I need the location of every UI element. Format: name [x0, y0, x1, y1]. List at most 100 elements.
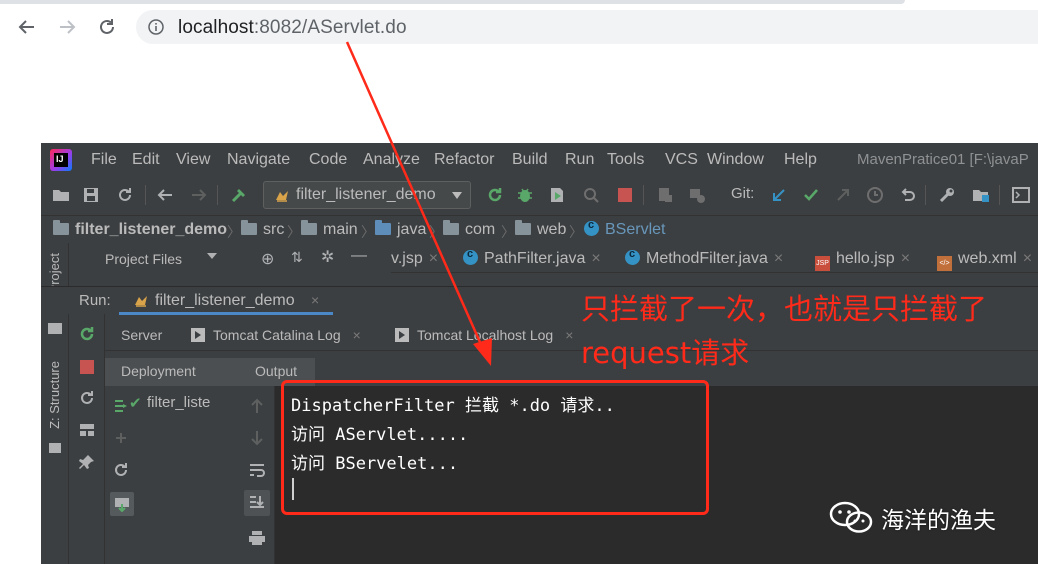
forward-nav-icon[interactable] [189, 185, 209, 205]
chevron-down-icon [452, 192, 462, 199]
stop-icon[interactable] [77, 357, 97, 377]
close-icon[interactable]: × [591, 250, 600, 267]
main-toolbar: filter_listener_demo Git: [41, 177, 1038, 213]
menu-navigate[interactable]: Navigate [227, 151, 290, 169]
annotation-note: 只拦截了一次，也就是只拦截了request请求 [581, 292, 988, 370]
soft-wrap-icon[interactable] [247, 460, 267, 480]
layout-icon[interactable] [77, 420, 97, 440]
close-icon[interactable]: × [565, 327, 573, 343]
back-nav-icon[interactable] [155, 185, 175, 205]
run-config-selector[interactable]: filter_listener_demo [263, 181, 471, 209]
log-icon [191, 328, 205, 342]
build-hammer-icon[interactable] [229, 185, 249, 205]
sdk-icon[interactable] [687, 185, 707, 205]
breadcrumb-item[interactable]: main [301, 220, 358, 239]
menu-edit[interactable]: Edit [132, 151, 160, 169]
hide-panel-icon[interactable]: — [351, 247, 367, 265]
menu-code[interactable]: Code [309, 151, 347, 169]
reload-button[interactable] [92, 12, 122, 42]
tab-web-xml[interactable]: </> web.xml × [937, 250, 1032, 271]
breadcrumb-item[interactable]: filter_listener_demo [53, 220, 227, 239]
close-icon[interactable]: × [1023, 250, 1032, 267]
scroll-to-end-icon[interactable] [244, 490, 270, 516]
menu-window[interactable]: Window [707, 151, 764, 169]
breadcrumb-item[interactable]: web [515, 220, 566, 239]
git-rollback-icon[interactable] [897, 185, 917, 205]
menu-analyze[interactable]: Analyze [363, 151, 420, 169]
arrow-down-icon[interactable] [247, 428, 267, 448]
tab-localhost-log[interactable]: Tomcat Localhost Log × [395, 327, 573, 343]
project-panel-header: Project Files ⊕ ⇅ ✲ — [69, 245, 391, 273]
run-config-tab[interactable]: filter_listener_demo × [119, 287, 333, 315]
breadcrumb-separator: 〉 [287, 224, 301, 240]
profile-icon[interactable] [581, 185, 601, 205]
menu-view[interactable]: View [176, 151, 210, 169]
close-icon[interactable]: × [311, 292, 319, 308]
intellij-logo-icon: IJ [50, 149, 72, 171]
rerun-icon[interactable] [485, 185, 505, 205]
module-settings-icon[interactable] [971, 185, 991, 205]
stop-icon[interactable] [615, 185, 635, 205]
tab-structure[interactable]: Z: Structure [47, 361, 62, 429]
browser-toolbar: localhost:8082/AServlet.do [0, 0, 1038, 56]
open-browser-icon[interactable] [110, 492, 134, 516]
breadcrumb-item[interactable]: com [443, 220, 495, 239]
arrow-up-icon[interactable] [247, 396, 267, 416]
refresh-icon[interactable] [111, 460, 131, 480]
close-icon[interactable]: × [774, 250, 783, 267]
git-commit-icon[interactable] [801, 185, 821, 205]
url-text[interactable]: localhost:8082/AServlet.do [178, 17, 407, 39]
close-icon[interactable]: × [353, 327, 361, 343]
menu-file[interactable]: File [91, 151, 117, 169]
deployment-artifact[interactable]: filter_liste [147, 394, 210, 411]
rerun-icon[interactable] [77, 324, 97, 344]
project-view-selector[interactable]: Project Files [105, 251, 182, 267]
class-icon [625, 248, 640, 265]
breadcrumb-item[interactable]: BServlet [584, 219, 665, 239]
close-icon[interactable]: × [901, 250, 910, 267]
menu-tools[interactable]: Tools [607, 151, 644, 169]
menu-build[interactable]: Build [512, 151, 548, 169]
debug-bug-icon[interactable] [515, 185, 535, 205]
menu-refactor[interactable]: Refactor [434, 151, 494, 169]
close-icon[interactable]: × [429, 250, 438, 267]
breadcrumb-item[interactable]: src [241, 220, 284, 239]
project-structure-icon[interactable] [655, 185, 675, 205]
class-icon [584, 219, 599, 236]
git-push-icon[interactable] [833, 185, 853, 205]
tab-server[interactable]: Server [121, 327, 162, 343]
git-history-icon[interactable] [865, 185, 885, 205]
back-button[interactable] [12, 12, 42, 42]
locate-icon[interactable]: ⊕ [261, 249, 274, 269]
tab-strip-edge [0, 0, 905, 4]
git-update-icon[interactable] [769, 185, 789, 205]
menu-vcs[interactable]: VCS [665, 151, 698, 169]
gear-icon[interactable]: ✲ [321, 247, 334, 267]
tab-pathfilter[interactable]: PathFilter.java× [463, 248, 601, 268]
chevron-down-icon[interactable] [207, 253, 217, 259]
info-icon[interactable] [148, 19, 164, 35]
breadcrumb-item[interactable]: java [375, 220, 426, 239]
menu-help[interactable]: Help [784, 151, 817, 169]
tab-hello-jsp[interactable]: JSP hello.jsp × [815, 250, 910, 271]
undeploy-icon[interactable] [111, 428, 131, 448]
print-icon[interactable] [247, 528, 267, 548]
save-icon[interactable] [81, 185, 101, 205]
sync-icon[interactable] [115, 185, 135, 205]
settings-wrench-icon[interactable] [937, 185, 957, 205]
tab-catalina-log[interactable]: Tomcat Catalina Log × [191, 327, 361, 343]
menu-run[interactable]: Run [565, 151, 594, 169]
deploy-all-icon[interactable] [111, 396, 131, 416]
tab-jsp-file[interactable]: v.jsp × [391, 250, 438, 268]
terminal-window-icon[interactable] [1011, 185, 1031, 205]
coverage-icon[interactable] [547, 185, 567, 205]
forward-button[interactable] [52, 12, 82, 42]
pin-icon[interactable] [77, 452, 97, 472]
open-folder-icon[interactable] [51, 185, 71, 205]
address-bar[interactable]: localhost:8082/AServlet.do [136, 10, 1038, 44]
source-folder-icon [375, 220, 391, 235]
tab-methodfilter[interactable]: MethodFilter.java× [625, 248, 783, 268]
update-icon[interactable] [77, 388, 97, 408]
log-icon [395, 328, 409, 342]
collapse-icon[interactable]: ⇅ [291, 249, 303, 266]
